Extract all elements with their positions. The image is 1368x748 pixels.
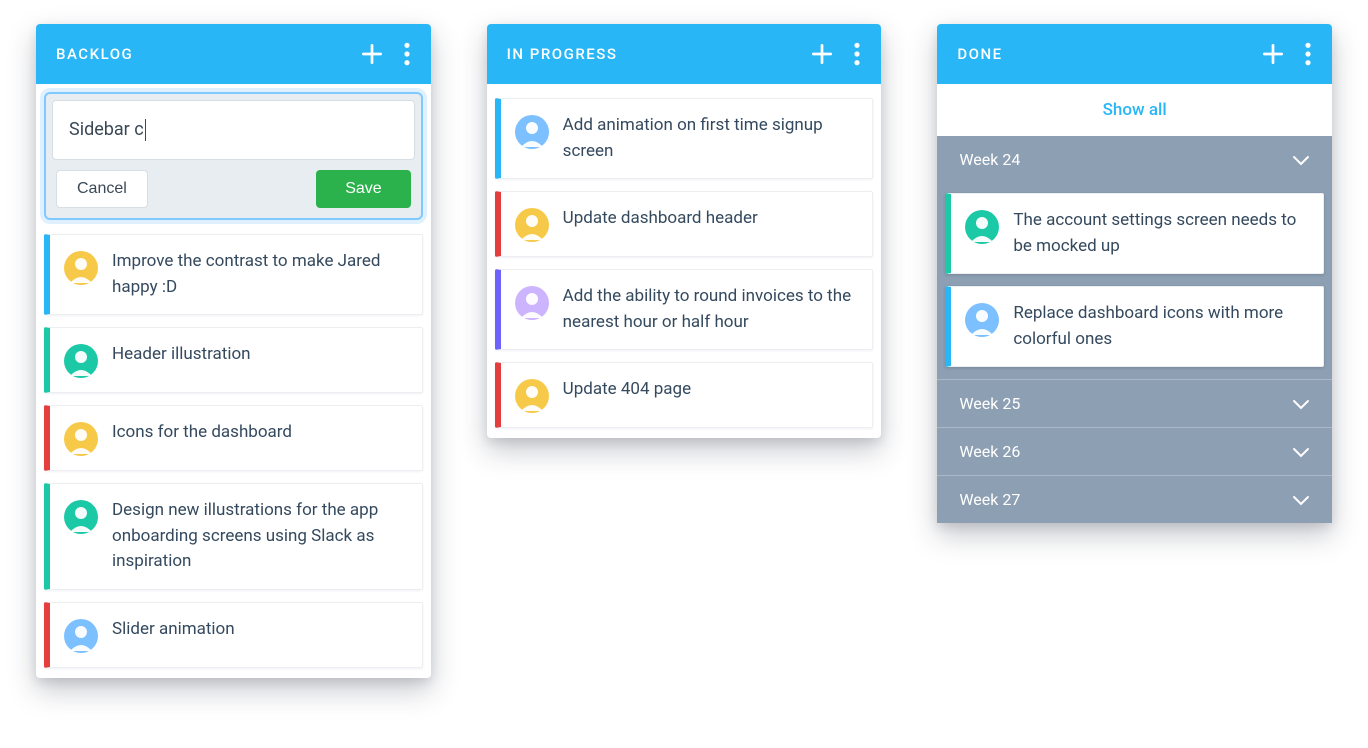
add-card-icon[interactable] xyxy=(1260,41,1286,67)
column-title: DONE xyxy=(957,45,1002,63)
column-menu-icon[interactable] xyxy=(403,41,411,67)
task-card[interactable]: Add the ability to round invoices to the… xyxy=(495,269,874,350)
avatar xyxy=(515,379,549,413)
avatar xyxy=(965,210,999,244)
column-menu-icon[interactable] xyxy=(853,41,861,67)
cancel-button[interactable]: Cancel xyxy=(56,170,148,208)
chevron-down-icon xyxy=(1292,398,1310,410)
avatar xyxy=(965,303,999,337)
new-card-input-wrap: Sidebar c xyxy=(52,100,415,160)
week-list: Week 24 The account settings screen need… xyxy=(937,136,1332,523)
week-label: Week 27 xyxy=(959,490,1020,509)
column-header-backlog: BACKLOG xyxy=(36,24,431,84)
avatar xyxy=(64,251,98,285)
avatar xyxy=(64,500,98,534)
column-backlog: BACKLOG Sidebar c Cancel Save Improve th… xyxy=(36,24,431,678)
week-label: Week 26 xyxy=(959,442,1020,461)
column-header-done: DONE xyxy=(937,24,1332,84)
column-actions xyxy=(359,41,411,67)
task-text: Improve the contrast to make Jared happy… xyxy=(112,249,406,300)
task-card[interactable]: Header illustration xyxy=(44,327,423,393)
show-all-button[interactable]: Show all xyxy=(937,84,1332,136)
week-header-27[interactable]: Week 27 xyxy=(937,475,1332,523)
task-text: Update dashboard header xyxy=(563,206,758,232)
column-done: DONE Show all Week 24 The account settin… xyxy=(937,24,1332,523)
column-actions xyxy=(809,41,861,67)
avatar xyxy=(64,344,98,378)
task-text: Replace dashboard icons with more colorf… xyxy=(1013,301,1307,352)
task-card[interactable]: Design new illustrations for the app onb… xyxy=(44,483,423,590)
avatar xyxy=(515,115,549,149)
column-menu-icon[interactable] xyxy=(1304,41,1312,67)
column-title: IN PROGRESS xyxy=(507,45,618,63)
task-card[interactable]: Update 404 page xyxy=(495,362,874,428)
column-header-in-progress: IN PROGRESS xyxy=(487,24,882,84)
new-card-buttons: Cancel Save xyxy=(46,170,421,208)
card-list-backlog: Improve the contrast to make Jared happy… xyxy=(36,220,431,678)
add-card-icon[interactable] xyxy=(809,41,835,67)
task-text: Icons for the dashboard xyxy=(112,420,292,446)
add-card-icon[interactable] xyxy=(359,41,385,67)
week-label: Week 24 xyxy=(959,150,1020,169)
task-text: Header illustration xyxy=(112,342,251,368)
task-card[interactable]: Replace dashboard icons with more colorf… xyxy=(945,286,1324,367)
text-caret xyxy=(145,119,146,141)
task-text: Design new illustrations for the app onb… xyxy=(112,498,406,575)
avatar xyxy=(64,422,98,456)
column-title: BACKLOG xyxy=(56,45,133,63)
new-card-editor: Sidebar c Cancel Save xyxy=(44,92,423,220)
chevron-down-icon xyxy=(1292,154,1310,166)
week-header-25[interactable]: Week 25 xyxy=(937,379,1332,427)
column-in-progress: IN PROGRESS Add animation on first time … xyxy=(487,24,882,438)
column-actions xyxy=(1260,41,1312,67)
week-header-26[interactable]: Week 26 xyxy=(937,427,1332,475)
avatar xyxy=(515,208,549,242)
task-card[interactable]: The account settings screen needs to be … xyxy=(945,193,1324,274)
week-24-cards: The account settings screen needs to be … xyxy=(937,183,1332,379)
task-card[interactable]: Update dashboard header xyxy=(495,191,874,257)
avatar xyxy=(64,619,98,653)
new-card-input[interactable]: Sidebar c xyxy=(69,119,146,140)
chevron-down-icon xyxy=(1292,494,1310,506)
week-label: Week 25 xyxy=(959,394,1020,413)
task-card[interactable]: Icons for the dashboard xyxy=(44,405,423,471)
task-text: Add animation on first time signup scree… xyxy=(563,113,857,164)
task-card[interactable]: Improve the contrast to make Jared happy… xyxy=(44,234,423,315)
avatar xyxy=(515,286,549,320)
task-text: Update 404 page xyxy=(563,377,691,403)
task-card[interactable]: Slider animation xyxy=(44,602,423,668)
chevron-down-icon xyxy=(1292,446,1310,458)
card-list-in-progress: Add animation on first time signup scree… xyxy=(487,84,882,438)
task-text: Add the ability to round invoices to the… xyxy=(563,284,857,335)
save-button[interactable]: Save xyxy=(316,170,410,208)
task-text: Slider animation xyxy=(112,617,235,643)
task-text: The account settings screen needs to be … xyxy=(1013,208,1307,259)
task-card[interactable]: Add animation on first time signup scree… xyxy=(495,98,874,179)
week-header-24[interactable]: Week 24 xyxy=(937,136,1332,183)
